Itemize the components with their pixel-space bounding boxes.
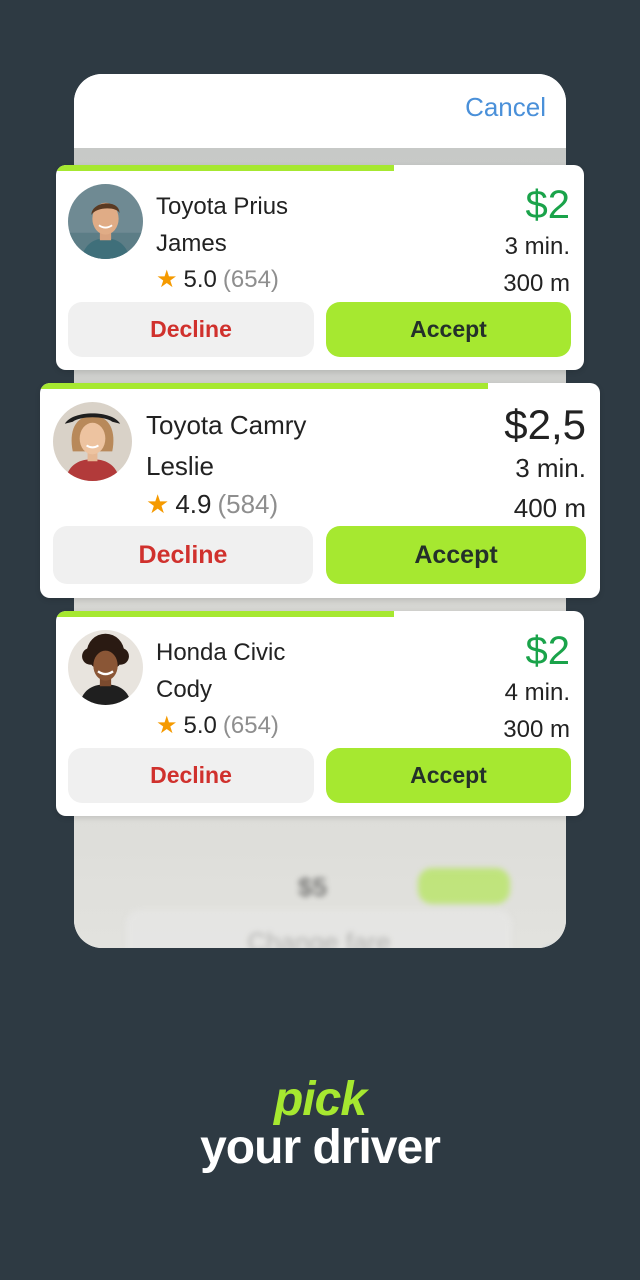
star-icon: ★	[156, 712, 178, 739]
driver-avatar	[68, 184, 143, 259]
offer-timer-bar	[56, 165, 394, 171]
accept-button[interactable]: Accept	[326, 302, 571, 357]
driver-offer-card: Toyota Prius James ★ 5.0 (654) $2 3 min.…	[56, 165, 584, 370]
screen-header: Cancel	[74, 74, 566, 148]
rating-value: 4.9	[175, 489, 212, 519]
offer-price: $2,5	[504, 401, 586, 448]
decline-button[interactable]: Decline	[53, 526, 313, 584]
offer-distance: 300 m	[503, 716, 570, 743]
offer-timer-bar	[40, 383, 488, 389]
blurred-fare-value: $5	[298, 872, 327, 902]
rating-value: 5.0	[183, 265, 217, 293]
decline-button[interactable]: Decline	[68, 302, 314, 357]
review-count: (654)	[222, 265, 279, 293]
tagline-main: your driver	[200, 1121, 441, 1174]
offer-eta: 3 min.	[504, 233, 570, 260]
offer-distance: 400 m	[513, 493, 586, 523]
driver-rating: ★ 5.0 (654)	[156, 265, 279, 294]
offer-timer-bar	[56, 611, 394, 617]
driver-avatar	[53, 402, 132, 481]
accept-button[interactable]: Accept	[326, 748, 571, 803]
offer-distance: 300 m	[503, 270, 570, 297]
offer-eta: 4 min.	[504, 679, 570, 706]
car-model: Toyota Camry	[146, 410, 307, 440]
review-count: (584)	[217, 489, 279, 519]
star-icon: ★	[156, 266, 178, 293]
offer-price: $2	[525, 629, 571, 673]
driver-name: Leslie	[146, 451, 214, 481]
car-model: Toyota Prius	[156, 193, 289, 220]
decline-button[interactable]: Decline	[68, 748, 314, 803]
car-model: Honda Civic	[156, 639, 286, 666]
blurred-accent-button	[418, 868, 510, 904]
rating-value: 5.0	[183, 711, 217, 739]
driver-offer-card: Toyota Camry Leslie ★ 4.9 (584) $2,5 3 m…	[40, 383, 600, 598]
offer-eta: 3 min.	[515, 453, 586, 483]
driver-offer-card: Honda Civic Cody ★ 5.0 (654) $2 4 min. 3…	[56, 611, 584, 816]
driver-rating: ★ 4.9 (584)	[146, 489, 278, 520]
driver-avatar	[68, 630, 143, 705]
driver-name: Cody	[156, 676, 213, 703]
accept-button[interactable]: Accept	[326, 526, 586, 584]
cancel-button[interactable]: Cancel	[465, 92, 546, 123]
change-fare-button: Change fare	[126, 910, 512, 948]
offer-price: $2	[525, 183, 571, 227]
review-count: (654)	[222, 711, 279, 739]
tagline-accent: pick	[273, 1073, 367, 1126]
driver-rating: ★ 5.0 (654)	[156, 711, 279, 740]
driver-name: James	[156, 230, 227, 257]
star-icon: ★	[146, 489, 170, 519]
